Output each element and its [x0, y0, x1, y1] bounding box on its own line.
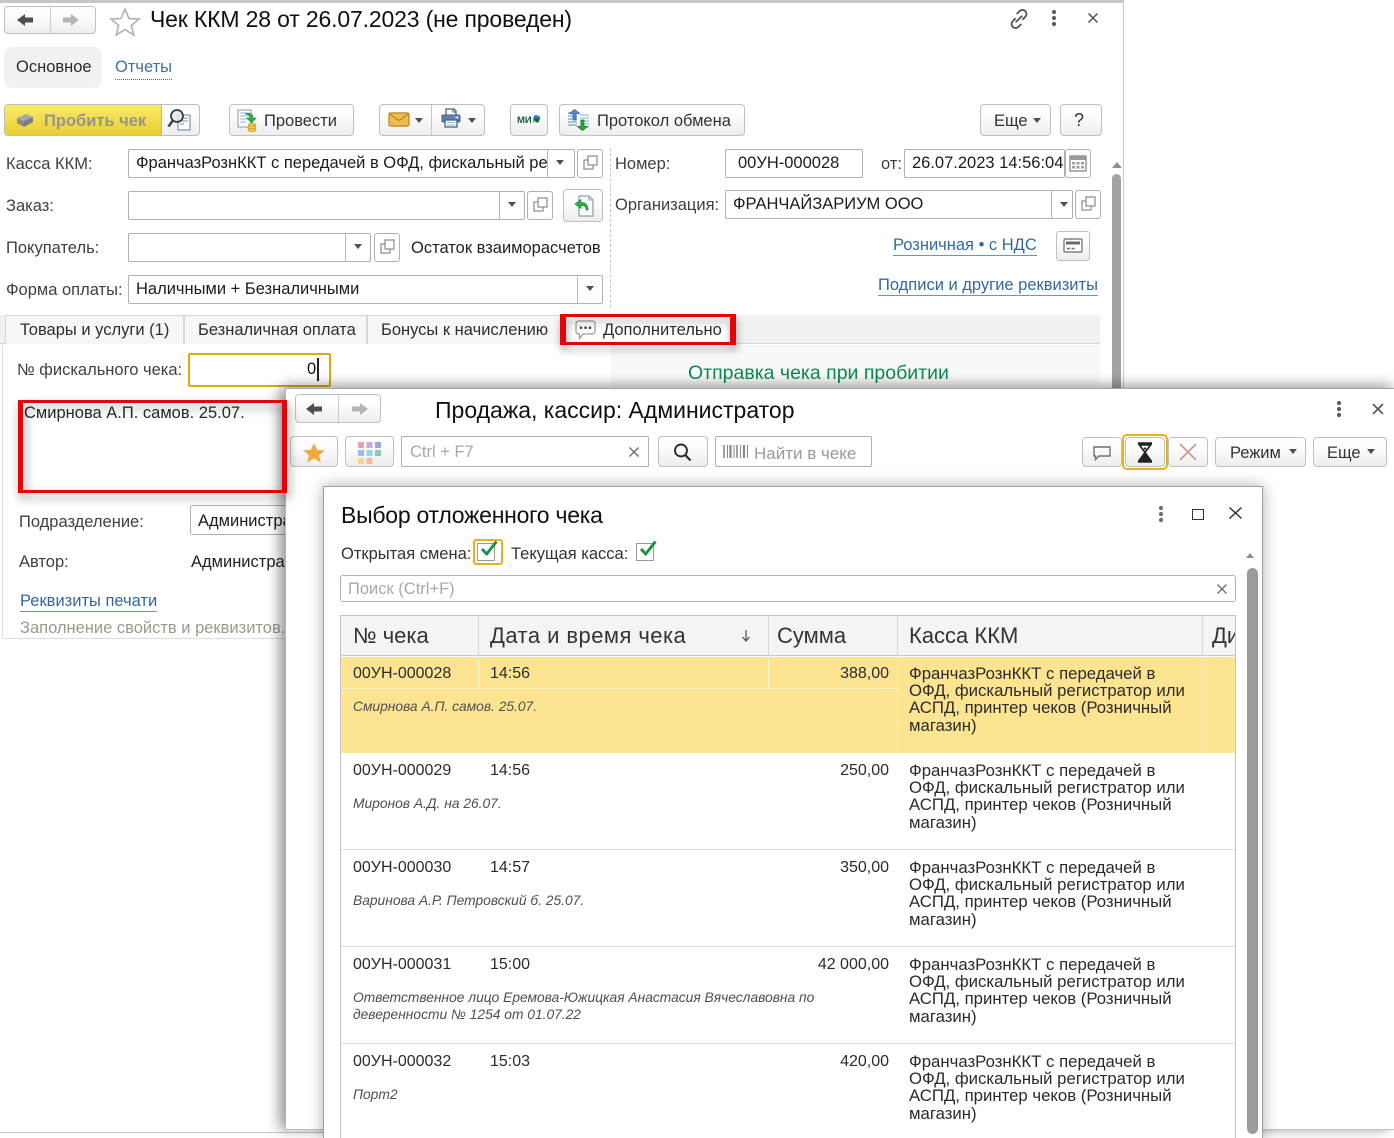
svg-text:МИ: МИ: [517, 115, 532, 125]
